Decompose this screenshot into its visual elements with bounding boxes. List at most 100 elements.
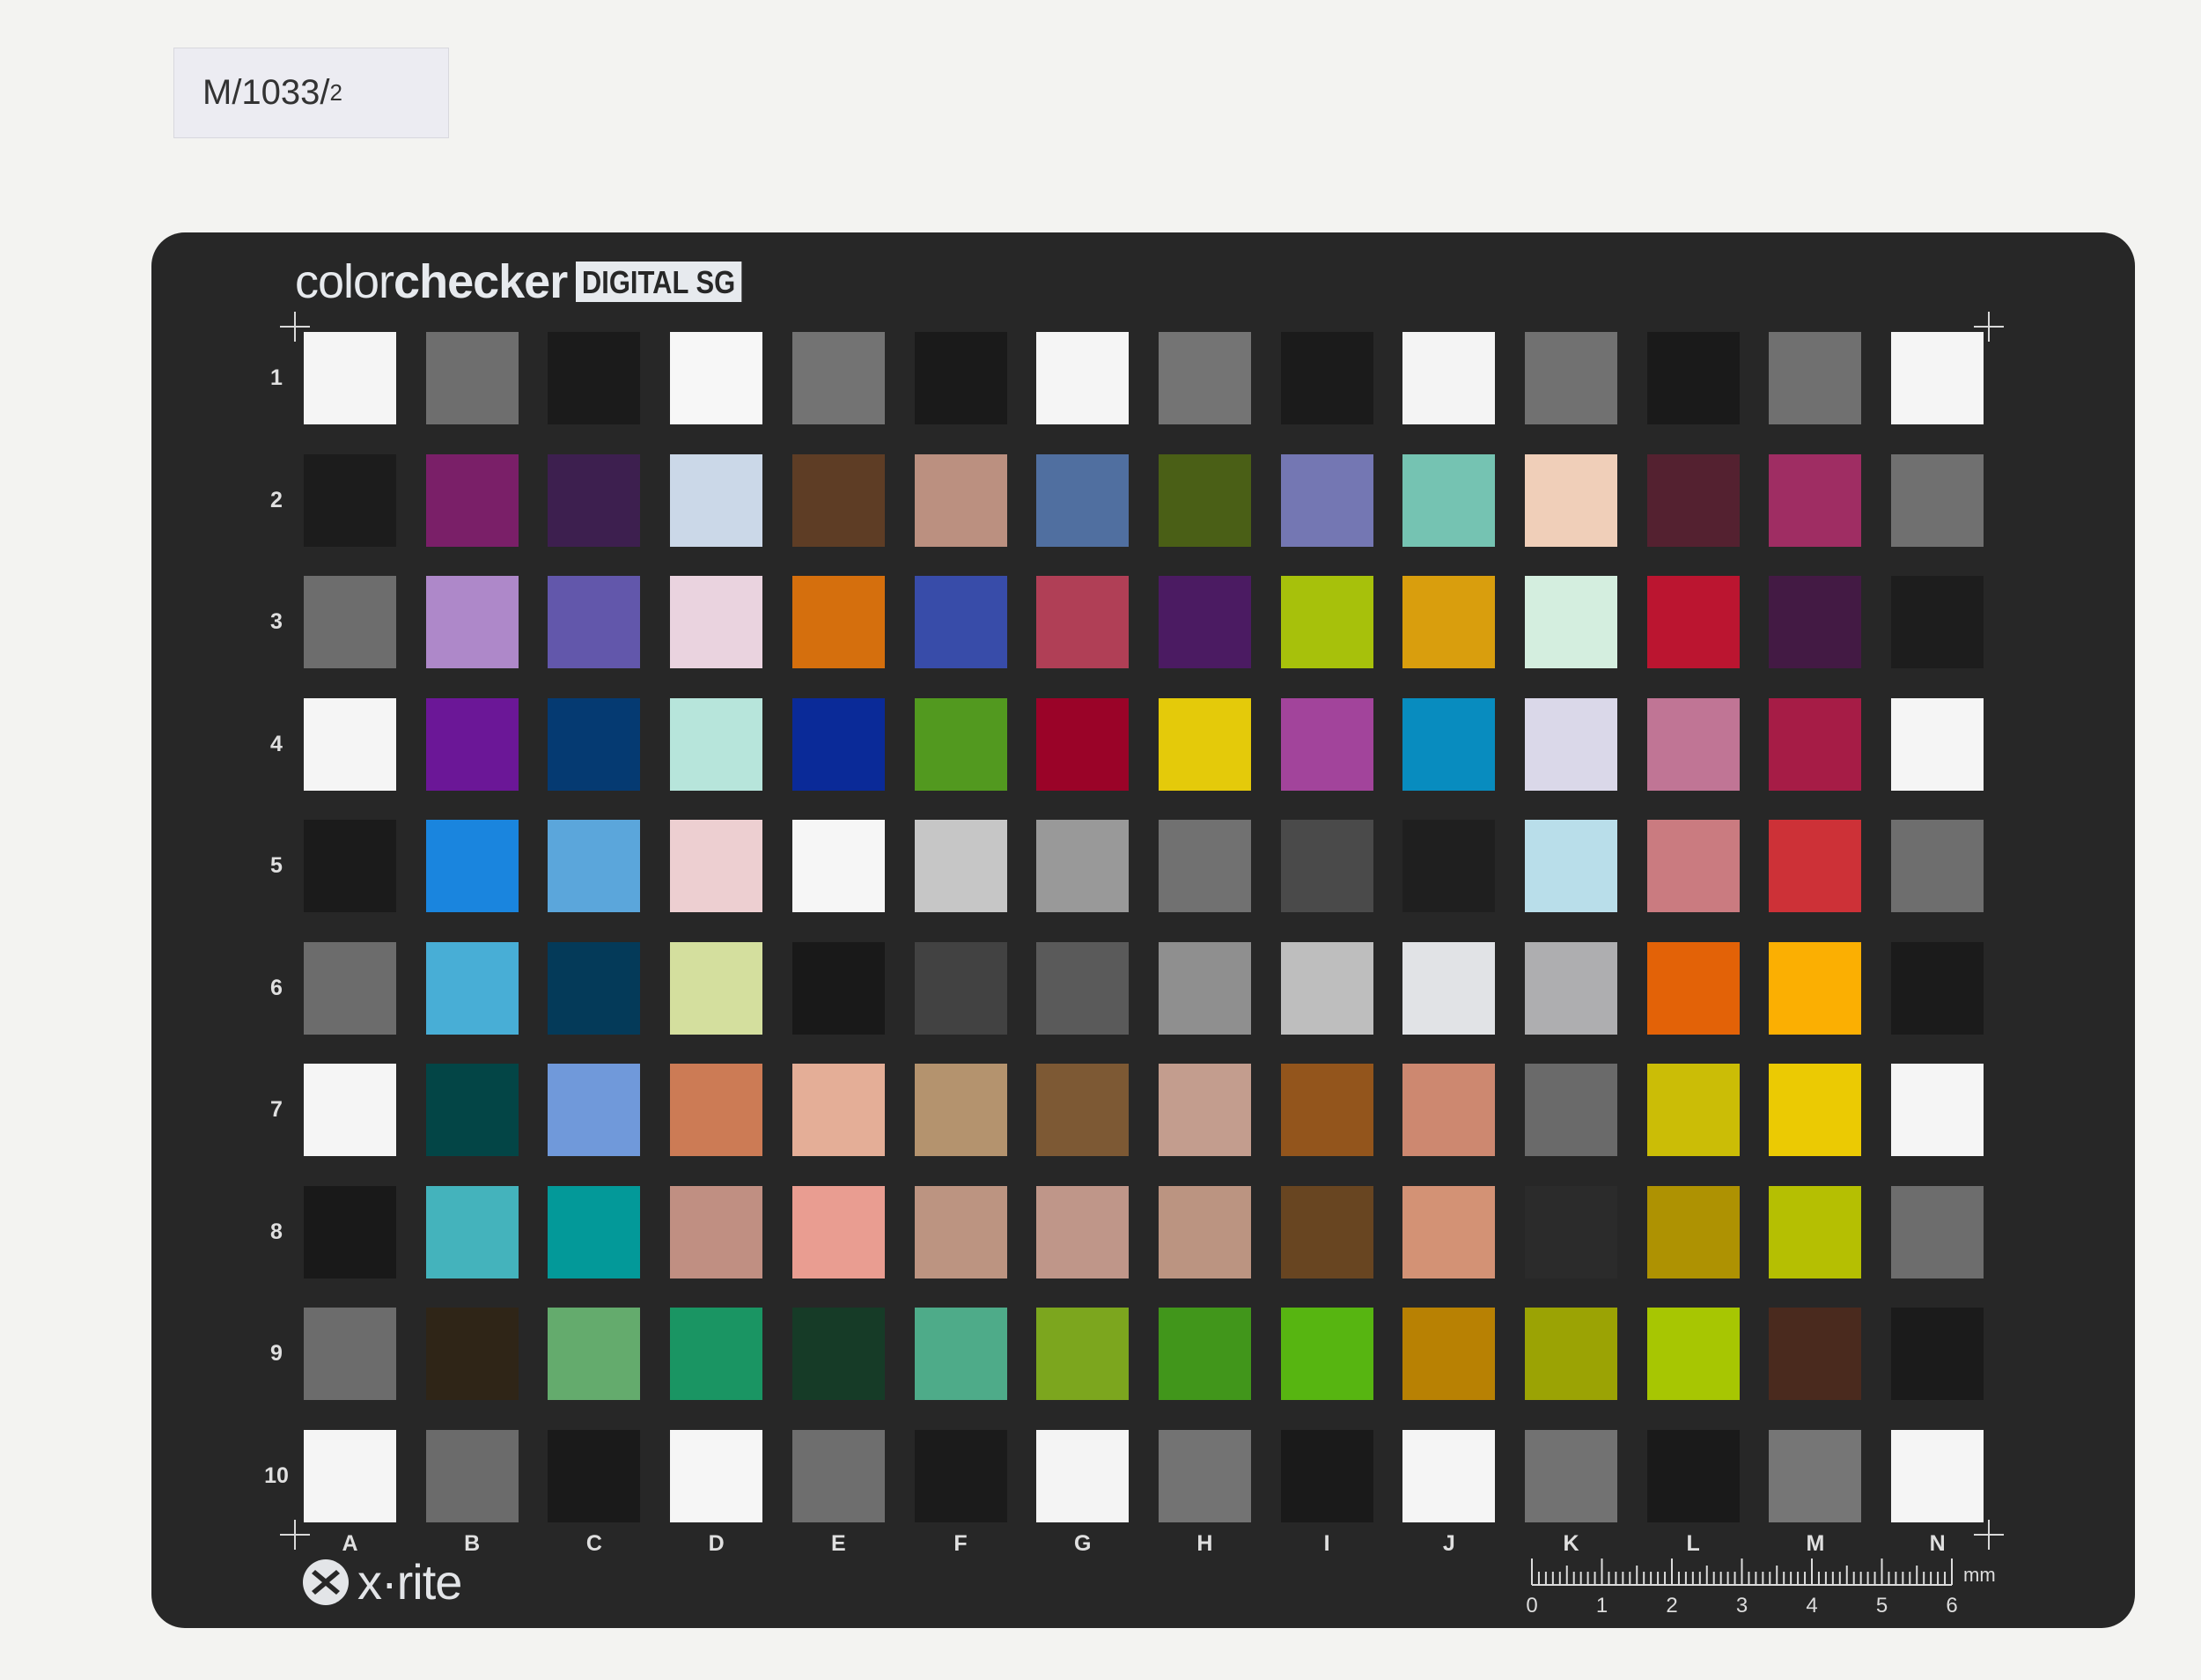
color-patch-J3 (1402, 576, 1496, 668)
color-patch-M4 (1769, 697, 1862, 791)
color-patch-N6 (1891, 941, 1984, 1035)
color-patch-G2 (1036, 453, 1130, 547)
color-patch-M5 (1769, 820, 1862, 912)
color-patch-D7 (670, 1064, 763, 1156)
color-patch-I7 (1280, 1064, 1373, 1156)
color-patch-A5 (304, 820, 396, 912)
color-patch-M3 (1769, 576, 1862, 668)
color-patch-C7 (548, 1064, 641, 1156)
color-patch-D9 (670, 1308, 763, 1400)
color-patch-L6 (1646, 941, 1740, 1035)
color-patch-I9 (1280, 1308, 1373, 1400)
brand-bold: checker (394, 255, 568, 308)
color-patch-E9 (791, 1308, 885, 1400)
column-label: N (1929, 1531, 1946, 1556)
colorchecker-card: color checker DIGITAL SG x·rite mm 0 1 2 3 4 5 6… (151, 232, 2135, 1628)
color-patch-I6 (1280, 941, 1373, 1035)
color-patch-M6 (1769, 941, 1862, 1035)
ruler-number: 4 (1806, 1594, 1818, 1617)
color-patch-D10 (670, 1429, 763, 1522)
color-patch-L7 (1646, 1064, 1740, 1156)
column-label: A (342, 1531, 358, 1556)
color-patch-L9 (1646, 1308, 1740, 1400)
color-patch-K8 (1525, 1185, 1617, 1278)
column-label: J (1442, 1531, 1455, 1556)
color-patch-I3 (1280, 576, 1373, 668)
color-patch-C4 (548, 697, 641, 791)
color-patch-A4 (304, 697, 396, 791)
color-patch-L10 (1646, 1429, 1740, 1522)
color-patch-K3 (1525, 576, 1617, 668)
color-patch-L3 (1646, 576, 1740, 668)
color-patch-D4 (670, 697, 763, 791)
color-patch-I5 (1280, 820, 1373, 912)
color-patch-E10 (791, 1429, 885, 1522)
color-patch-L5 (1646, 820, 1740, 912)
color-patch-C2 (548, 453, 641, 547)
color-patch-E7 (791, 1064, 885, 1156)
column-label: F (953, 1531, 968, 1556)
color-patch-B2 (425, 453, 519, 547)
color-patch-G5 (1036, 820, 1130, 912)
color-patch-H6 (1158, 941, 1251, 1035)
color-patch-B4 (425, 697, 519, 791)
color-patch-E3 (791, 576, 885, 668)
color-patch-M7 (1769, 1064, 1862, 1156)
specimen-label-subscript: 2 (329, 79, 342, 106)
color-patch-J1 (1402, 332, 1496, 424)
color-patch-F1 (914, 332, 1007, 424)
row-label: 9 (270, 1341, 283, 1366)
column-label: C (585, 1531, 602, 1556)
color-patch-B9 (425, 1308, 519, 1400)
color-patch-A1 (304, 332, 396, 424)
color-patch-J2 (1402, 453, 1496, 547)
row-label: 5 (270, 853, 283, 878)
color-patch-F9 (914, 1308, 1007, 1400)
color-patch-C5 (548, 820, 641, 912)
color-patch-K2 (1525, 453, 1617, 547)
color-patch-K4 (1525, 697, 1617, 791)
color-patch-E4 (791, 697, 885, 791)
color-patch-N9 (1891, 1308, 1984, 1400)
column-label: H (1196, 1531, 1213, 1556)
color-patch-N10 (1891, 1429, 1984, 1522)
color-patch-H8 (1158, 1185, 1251, 1278)
registration-mark-bottom-left (280, 1520, 310, 1550)
color-patch-C8 (548, 1185, 641, 1278)
ruler-number: 5 (1875, 1594, 1888, 1617)
xrite-logo: x·rite (301, 1553, 462, 1610)
color-patch-J5 (1402, 820, 1496, 912)
color-patch-D1 (670, 332, 763, 424)
brand-tag: DIGITAL SG (576, 262, 742, 302)
color-patch-J4 (1402, 697, 1496, 791)
color-patch-G7 (1036, 1064, 1130, 1156)
color-patch-K9 (1525, 1308, 1617, 1400)
column-label: D (708, 1531, 725, 1556)
ruler-number: 0 (1526, 1594, 1538, 1617)
color-patch-A10 (304, 1429, 396, 1522)
color-patch-J9 (1402, 1308, 1496, 1400)
registration-mark-top-right (1974, 312, 2004, 342)
color-patch-N2 (1891, 453, 1984, 547)
color-patch-A8 (304, 1185, 396, 1278)
color-patch-B10 (425, 1429, 519, 1522)
color-patch-B6 (425, 941, 519, 1035)
specimen-label: M/1033/2 (173, 48, 449, 138)
color-patch-F3 (914, 576, 1007, 668)
color-patch-H2 (1158, 453, 1251, 547)
color-patch-F10 (914, 1429, 1007, 1522)
row-label: 4 (270, 731, 283, 756)
color-patch-G3 (1036, 576, 1130, 668)
color-patch-E8 (791, 1185, 885, 1278)
color-patch-H1 (1158, 332, 1251, 424)
color-patch-F2 (914, 453, 1007, 547)
ruler-number: 6 (1946, 1594, 1958, 1617)
color-patch-B1 (425, 332, 519, 424)
color-patch-E2 (791, 453, 885, 547)
color-patch-C9 (548, 1308, 641, 1400)
ruler-ticks (1531, 1558, 1953, 1586)
color-patch-A9 (304, 1308, 396, 1400)
column-label: E (830, 1531, 846, 1556)
color-patch-K10 (1525, 1429, 1617, 1522)
color-patch-I1 (1280, 332, 1373, 424)
